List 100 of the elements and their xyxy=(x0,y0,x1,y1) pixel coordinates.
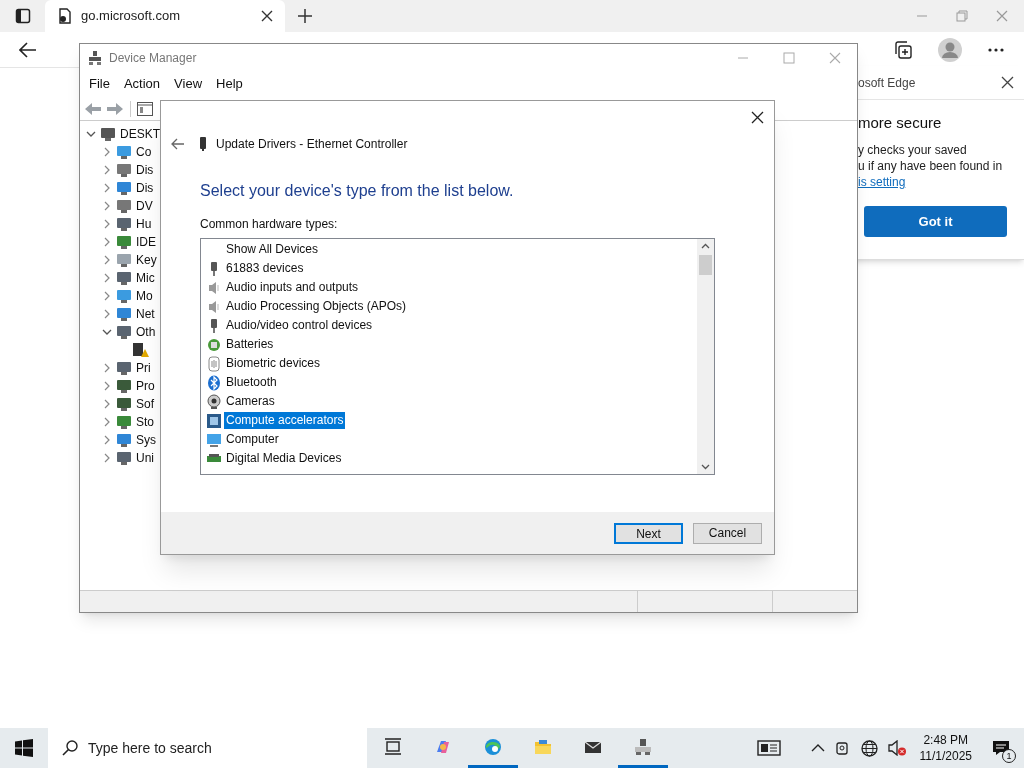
expand-icon[interactable] xyxy=(102,147,112,157)
list-item[interactable]: Compute accelerators xyxy=(224,412,346,429)
expand-icon[interactable] xyxy=(102,237,112,247)
expand-icon[interactable] xyxy=(102,363,112,373)
tree-item[interactable]: Oth xyxy=(136,323,156,341)
scroll-up-icon[interactable] xyxy=(701,243,710,249)
expand-icon[interactable] xyxy=(102,291,112,301)
scroll-down-icon[interactable] xyxy=(701,464,710,470)
tree-item[interactable]: Sto xyxy=(136,413,154,431)
window-title: Device Manager xyxy=(109,49,198,67)
close-icon[interactable] xyxy=(751,110,764,124)
speaker-icon xyxy=(206,279,222,296)
got-it-button[interactable]: Got it xyxy=(864,206,1007,237)
expand-icon[interactable] xyxy=(102,381,112,391)
browser-tab[interactable]: go.microsoft.com xyxy=(45,0,285,32)
close-icon[interactable] xyxy=(1001,76,1014,89)
dialog-button[interactable]: Next xyxy=(614,522,683,544)
tree-item[interactable]: Sys xyxy=(136,431,156,449)
expand-icon[interactable] xyxy=(102,165,112,175)
edge-icon xyxy=(484,737,502,756)
hardware-type-list[interactable] xyxy=(200,238,715,475)
tree-item[interactable]: Key xyxy=(136,251,157,269)
tree-item[interactable]: Mo xyxy=(136,287,153,305)
expand-icon[interactable] xyxy=(102,255,112,265)
list-item[interactable]: Show All Devices xyxy=(224,241,321,258)
clock-time[interactable]: 2:48 PM xyxy=(923,732,969,748)
battery-icon xyxy=(206,336,222,353)
expand-icon[interactable] xyxy=(102,183,112,193)
list-item[interactable]: Cameras xyxy=(224,393,277,410)
search-field[interactable]: Type here to search xyxy=(48,728,367,768)
monitor-icon xyxy=(206,431,222,448)
expand-icon[interactable] xyxy=(102,399,112,409)
expand-icon[interactable] xyxy=(102,309,112,319)
clock-date[interactable]: 11/1/2025 xyxy=(919,748,972,764)
back-arrow-icon[interactable] xyxy=(84,101,102,116)
device-icon xyxy=(116,198,132,214)
dialog-heading: Select your device's type from the list below. xyxy=(200,181,515,201)
tab-actions-icon[interactable] xyxy=(14,8,31,24)
expand-icon[interactable] xyxy=(102,453,112,463)
tree-item[interactable]: Dis xyxy=(136,179,154,197)
menu-item[interactable]: File xyxy=(84,74,115,94)
profile-avatar[interactable] xyxy=(938,37,962,62)
tree-item[interactable]: DESKT xyxy=(120,125,160,143)
start-icon[interactable] xyxy=(15,739,33,757)
collapse-icon[interactable] xyxy=(86,129,96,139)
back-icon[interactable] xyxy=(19,41,37,58)
menu-item[interactable]: View xyxy=(169,74,208,94)
tree-item[interactable]: Co xyxy=(136,143,152,161)
forward-arrow-icon[interactable] xyxy=(106,101,124,116)
tree-item[interactable]: Hu xyxy=(136,215,152,233)
settings-link[interactable]: is setting xyxy=(858,174,1024,190)
camera-icon xyxy=(206,393,222,410)
device-icon xyxy=(116,396,132,412)
close-icon[interactable] xyxy=(261,10,273,22)
list-item[interactable]: Batteries xyxy=(224,336,276,353)
list-item[interactable]: Computer xyxy=(224,431,281,448)
list-item[interactable]: Digital Media Devices xyxy=(224,450,344,467)
globe-icon[interactable] xyxy=(860,739,878,757)
expand-icon[interactable] xyxy=(102,273,112,283)
tree-item[interactable]: Net xyxy=(136,305,155,323)
menu-item[interactable]: Help xyxy=(211,74,248,94)
meet-icon[interactable] xyxy=(834,740,851,756)
network-adapter-icon xyxy=(199,137,207,151)
list-label: Common hardware types: xyxy=(200,216,339,233)
scrollbar[interactable] xyxy=(697,239,714,474)
expand-icon[interactable] xyxy=(102,417,112,427)
list-item[interactable]: Audio inputs and outputs xyxy=(224,279,361,296)
collapse-icon[interactable] xyxy=(102,327,112,337)
menu-item[interactable]: Action xyxy=(118,74,166,94)
tree-item[interactable]: Dis xyxy=(136,161,154,179)
new-tab-icon[interactable] xyxy=(297,8,313,24)
tree-item[interactable]: Uni xyxy=(136,449,154,467)
volume-muted-icon[interactable] xyxy=(887,740,906,756)
news-icon[interactable] xyxy=(756,740,781,756)
scrollbar-thumb[interactable] xyxy=(699,255,712,275)
list-item[interactable]: Audio/video control devices xyxy=(224,317,375,334)
tree-item[interactable]: Pro xyxy=(136,377,155,395)
maximize-icon[interactable] xyxy=(783,51,795,64)
dialog-button[interactable]: Cancel xyxy=(693,522,762,544)
restore-icon[interactable] xyxy=(956,10,968,22)
list-item[interactable]: Biometric devices xyxy=(224,355,323,372)
notification-badge: 1 xyxy=(1002,749,1016,763)
expand-icon[interactable] xyxy=(102,201,112,211)
popup-title: osoft Edge xyxy=(858,74,917,92)
list-item[interactable]: 61883 devices xyxy=(224,260,306,277)
device-icon xyxy=(116,288,132,304)
list-item[interactable]: Audio Processing Objects (APOs) xyxy=(224,298,409,315)
expand-icon[interactable] xyxy=(102,219,112,229)
chevron-up-icon[interactable] xyxy=(810,744,825,752)
properties-icon[interactable] xyxy=(137,101,153,116)
expand-icon[interactable] xyxy=(102,435,112,445)
tree-item[interactable]: DV xyxy=(136,197,153,215)
collections-icon[interactable] xyxy=(894,40,912,59)
tree-item[interactable]: Sof xyxy=(136,395,154,413)
tree-item[interactable]: Pri xyxy=(136,359,151,377)
search-icon xyxy=(62,740,78,756)
list-item[interactable]: Bluetooth xyxy=(224,374,279,391)
tree-item[interactable]: Mic xyxy=(136,269,155,287)
more-icon[interactable] xyxy=(988,47,1004,52)
tree-item[interactable]: IDE xyxy=(136,233,156,251)
